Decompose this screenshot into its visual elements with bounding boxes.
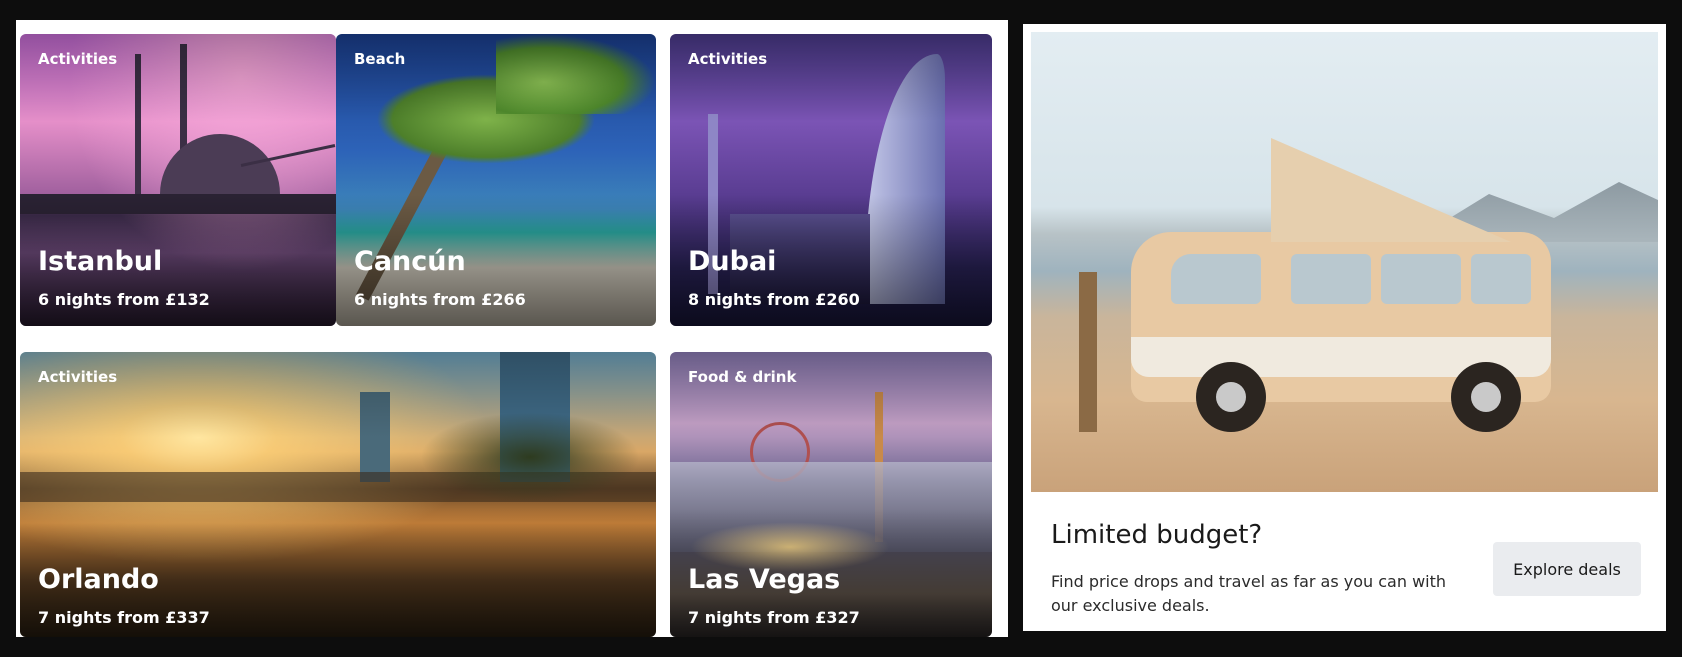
card-shade [336, 34, 656, 326]
card-price: 6 nights from £132 [38, 290, 210, 309]
promo-description: Find price drops and travel as far as yo… [1051, 572, 1447, 615]
card-price: 7 nights from £327 [688, 608, 860, 627]
card-price: 8 nights from £260 [688, 290, 860, 309]
card-tag: Activities [688, 50, 768, 68]
card-tag: Activities [38, 368, 118, 386]
card-las-vegas[interactable]: Food & drink Las Vegas 7 nights from £32… [670, 352, 992, 637]
card-city: Istanbul [38, 246, 163, 277]
card-city: Orlando [38, 564, 159, 595]
card-city: Dubai [688, 246, 777, 277]
card-orlando[interactable]: Activities Orlando 7 nights from £337 [20, 352, 656, 637]
campervan-image [1031, 32, 1658, 492]
explore-deals-button[interactable]: Explore deals [1493, 542, 1641, 596]
card-tag: Activities [38, 50, 118, 68]
promo-panel: Limited budget? Find price drops and tra… [1023, 24, 1666, 631]
card-city: Las Vegas [688, 564, 841, 595]
card-price: 6 nights from £266 [354, 290, 526, 309]
card-shade [670, 34, 992, 326]
card-shade [20, 34, 336, 326]
card-dubai[interactable]: Activities Dubai 8 nights from £260 [670, 34, 992, 326]
card-tag: Food & drink [688, 368, 797, 386]
card-city: Cancún [354, 246, 466, 277]
card-istanbul[interactable]: Activities Istanbul 6 nights from £132 [20, 34, 336, 326]
destination-grid: Activities Istanbul 6 nights from £132 B… [16, 20, 1008, 637]
card-price: 7 nights from £337 [38, 608, 210, 627]
page: Activities Istanbul 6 nights from £132 B… [0, 0, 1682, 657]
card-tag: Beach [354, 50, 406, 68]
promo-title: Limited budget? [1051, 520, 1263, 550]
card-cancun[interactable]: Beach Cancún 6 nights from £266 [336, 34, 656, 326]
